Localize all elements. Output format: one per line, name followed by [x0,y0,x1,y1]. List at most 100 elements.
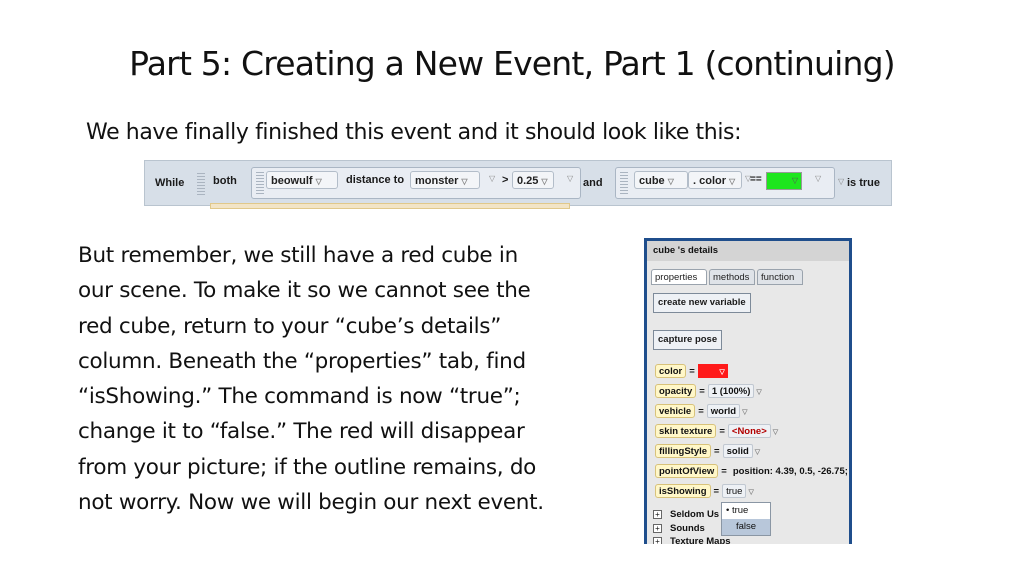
tree-texture-maps[interactable]: + Texture Maps [653,536,731,544]
chevron-down-icon[interactable]: ▽ [773,429,778,436]
chevron-down-icon[interactable]: ▽ [489,174,495,183]
chevron-down-icon[interactable]: ▽ [567,174,573,183]
chevron-down-icon[interactable]: ▽ [742,409,747,416]
color-property-label: . color [693,175,727,187]
green-color-swatch[interactable]: ▽ [766,172,802,190]
while-keyword: While [155,177,185,189]
tab-methods[interactable]: methods [709,269,755,285]
menu-item-false[interactable]: false [722,519,770,535]
chevron-down-icon[interactable]: ▽ [668,177,674,186]
chevron-down-icon[interactable]: ▽ [815,174,821,183]
is-true-label: is true [847,177,881,189]
chevron-down-icon[interactable]: ▽ [792,176,798,185]
drag-handle-icon[interactable] [197,173,205,195]
tab-function[interactable]: function [757,269,803,285]
paragraph-line: red cube, return to your “cube’s details… [78,313,502,339]
color-condition-block[interactable]: cube ▽ . color ▽ ▽ == ▽ ▽ [615,167,835,199]
chevron-down-icon[interactable]: ▽ [719,366,724,379]
threshold-value: 0.25 [517,175,539,187]
chevron-down-icon[interactable]: ▽ [755,449,760,456]
red-color-swatch[interactable]: ▽ [697,364,728,379]
equals-operator: == [750,174,762,185]
property-skin-texture[interactable]: skin texture = <None> ▽ [655,424,778,439]
chevron-down-icon[interactable]: ▽ [541,177,547,186]
equals-sign: = [714,446,720,457]
greater-than-operator: > [502,174,509,186]
color-property-tile[interactable]: . color ▽ [688,171,742,189]
equals-sign: = [719,426,725,437]
tab-properties[interactable]: properties [651,269,707,285]
menu-item-true[interactable]: • true [722,503,770,519]
property-value[interactable]: world [706,404,741,418]
both-keyword: both [213,175,237,187]
tree-label: Seldom Us [670,509,720,520]
property-value[interactable]: <None> [727,424,771,438]
chevron-down-icon[interactable]: ▽ [316,177,322,186]
monster-label: monster [415,175,459,187]
property-label: opacity [655,384,697,398]
expand-icon[interactable]: + [653,510,662,519]
cube-details-panel: cube 's details properties methods funct… [644,238,852,544]
chevron-down-icon[interactable]: ▽ [756,389,761,396]
equals-sign: = [698,406,704,417]
and-keyword: and [583,177,603,189]
drag-handle-icon[interactable] [620,172,628,194]
chevron-down-icon[interactable]: ▽ [461,177,467,186]
menu-item-label: true [731,505,749,516]
threshold-tile[interactable]: 0.25 ▽ [512,171,554,189]
property-is-showing[interactable]: isShowing = true ▽ [655,484,754,499]
slide-title: Part 5: Creating a New Event, Part 1 (co… [129,44,896,83]
tree-sounds[interactable]: + Sounds [653,523,705,534]
chevron-down-icon[interactable]: ▽ [838,177,844,186]
property-color[interactable]: color = ▽ [655,364,728,379]
tree-label: Sounds [670,523,705,534]
is-showing-dropdown-menu: • true false [721,502,771,536]
property-value[interactable]: position: 4.39, 0.5, -26.75; [730,465,849,479]
property-label: isShowing [655,484,711,498]
property-vehicle[interactable]: vehicle = world ▽ [655,404,748,419]
beowulf-tile[interactable]: beowulf ▽ [266,171,338,189]
paragraph-line: from your picture; if the outline remain… [78,454,537,480]
selected-bullet-icon: • [726,505,730,516]
tree-label: Texture Maps [670,536,731,544]
distance-to-label: distance to [346,174,405,186]
paragraph-line: column. Beneath the “properties” tab, fi… [78,348,526,374]
paragraph-line: “isShowing.” The command is now “true”; [78,384,521,410]
property-label: color [655,364,687,378]
cube-label: cube [639,175,665,187]
property-filling-style[interactable]: fillingStyle = solid ▽ [655,444,760,459]
property-label: vehicle [655,404,696,418]
equals-sign: = [689,366,695,377]
event-body-edge [210,203,570,209]
equals-sign: = [699,386,705,397]
expand-icon[interactable]: + [653,524,662,533]
equals-sign: = [713,486,720,497]
property-point-of-view[interactable]: pointOfView = position: 4.39, 0.5, -26.75; [655,464,849,479]
capture-pose-button[interactable]: capture pose [653,330,723,350]
property-label: skin texture [655,424,717,438]
monster-tile[interactable]: monster ▽ [410,171,480,189]
property-value[interactable]: true [722,484,747,498]
distance-condition-block[interactable]: beowulf ▽ distance to monster ▽ ▽ > 0.25 ▽ … [251,167,581,199]
property-value[interactable]: solid [722,444,753,458]
property-label: fillingStyle [655,444,712,458]
chevron-down-icon[interactable]: ▽ [729,177,735,186]
event-while-block[interactable]: While both beowulf ▽ distance to monster ▽… [144,160,892,206]
expand-icon[interactable]: + [653,537,662,544]
instruction-paragraph: But remember, we still have a red cube i… [78,238,638,520]
beowulf-label: beowulf [271,175,313,187]
cube-tile[interactable]: cube ▽ [634,171,688,189]
drag-handle-icon[interactable] [256,172,264,194]
paragraph-line: our scene. To make it so we cannot see t… [78,278,531,304]
paragraph-line: change it to “false.” The red will disap… [78,419,525,445]
paragraph-line: not worry. Now we will begin our next ev… [78,490,544,516]
paragraph-line: But remember, we still have a red cube i… [78,243,518,268]
property-opacity[interactable]: opacity = 1 (100%) ▽ [655,384,762,399]
equals-sign: = [721,466,727,477]
chevron-down-icon[interactable]: ▽ [748,489,753,496]
slide-subtitle: We have finally finished this event and … [86,120,742,145]
property-label: pointOfView [655,464,719,478]
property-value[interactable]: 1 (100%) [707,384,755,398]
details-header: cube 's details [647,241,849,261]
create-new-variable-button[interactable]: create new variable [653,293,751,313]
